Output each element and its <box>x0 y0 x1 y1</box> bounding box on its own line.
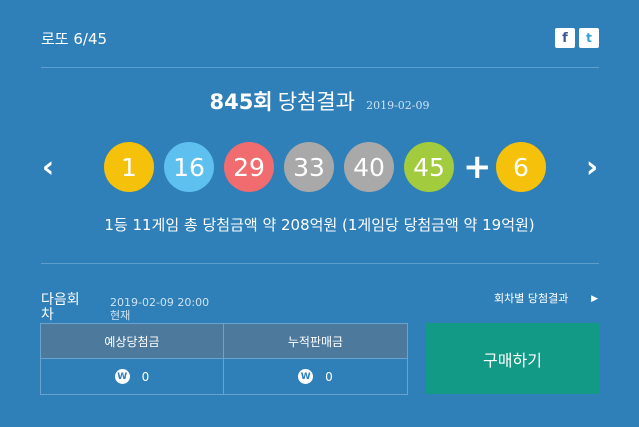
ball-6: 45 <box>404 142 454 192</box>
facebook-share-icon[interactable]: f <box>555 28 575 48</box>
cumulative-sales-header: 누적판매금 <box>224 324 407 358</box>
bonus-ball: 6 <box>496 142 546 192</box>
prev-round-arrow-icon[interactable]: ‹ <box>36 150 60 185</box>
bonus-plus-sign: + <box>463 147 492 187</box>
won-icon: W <box>298 369 314 384</box>
twitter-share-icon[interactable]: t <box>579 28 599 48</box>
won-icon: W <box>114 369 130 384</box>
ball-4: 33 <box>284 142 334 192</box>
round-number: 845회 <box>209 90 273 114</box>
result-title: 845회 당첨결과 2019-02-09 <box>0 86 639 116</box>
round-history-link[interactable]: 회차별 당첨결과 ▶ <box>494 292 598 306</box>
buy-button[interactable]: 구매하기 <box>426 323 599 394</box>
next-draw-label: 다음회차 <box>41 292 80 323</box>
draw-date: 2019-02-09 <box>366 99 430 112</box>
next-round-arrow-icon[interactable]: › <box>580 150 604 185</box>
result-label: 당첨결과 <box>277 90 355 114</box>
cumulative-sales-value: 0 <box>325 369 333 384</box>
expected-prize-header: 예상당첨금 <box>41 324 223 358</box>
first-prize-summary: 1등 11게임 총 당첨금액 약 208억원 (1게임당 당첨금액 약 19억원… <box>104 216 535 234</box>
sales-table: 예상당첨금 누적판매금 W 0 W 0 <box>40 323 408 395</box>
next-draw-time: 2019-02-09 20:00 현재 <box>110 296 210 322</box>
cumulative-sales-cell: W 0 <box>224 359 407 394</box>
expected-prize-value: 0 <box>141 369 150 384</box>
ball-1: 1 <box>104 142 154 192</box>
page-title: 로또 6/45 <box>41 30 108 48</box>
ball-2: 16 <box>164 142 214 192</box>
caret-right-icon: ▶ <box>591 294 598 304</box>
round-history-label: 회차별 당첨결과 <box>494 292 569 305</box>
middle-divider <box>41 263 599 264</box>
ball-3: 29 <box>224 142 274 192</box>
top-divider <box>41 67 599 68</box>
ball-5: 40 <box>344 142 394 192</box>
expected-prize-cell: W 0 <box>41 359 223 394</box>
